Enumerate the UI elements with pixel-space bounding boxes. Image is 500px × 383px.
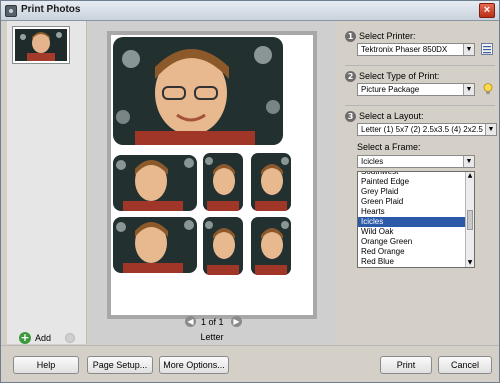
dropdown-scrollbar[interactable]: ▲ ▼ bbox=[465, 172, 474, 267]
frame-option[interactable]: Painted Edge bbox=[358, 177, 474, 187]
photo-image bbox=[113, 217, 197, 273]
select-frame-label: Select a Frame: bbox=[357, 142, 421, 152]
photo-2x2-5 bbox=[251, 217, 291, 275]
window-title: Print Photos bbox=[21, 4, 81, 15]
more-options-button[interactable]: More Options... bbox=[159, 356, 229, 374]
thumbnail-panel bbox=[7, 21, 87, 344]
paper-size-label: Letter bbox=[200, 332, 224, 342]
add-photo-row: + Add bbox=[7, 331, 87, 345]
lightbulb-icon[interactable] bbox=[482, 83, 494, 95]
select-print-type-label: Select Type of Print: bbox=[359, 71, 440, 81]
photo-image bbox=[113, 155, 197, 211]
add-icon[interactable]: + bbox=[19, 332, 31, 344]
chevron-down-icon[interactable]: ▼ bbox=[463, 84, 474, 95]
printer-select[interactable]: Tektronix Phaser 850DX ▼ bbox=[357, 43, 475, 56]
photo-image bbox=[251, 153, 291, 211]
photo-5x7 bbox=[113, 37, 283, 145]
cancel-button[interactable]: Cancel bbox=[438, 356, 492, 374]
frame-option[interactable]: Grey Plaid bbox=[358, 187, 474, 197]
photo-2x2-5 bbox=[203, 153, 243, 211]
frame-option[interactable]: Icicles bbox=[358, 217, 474, 227]
photo-image bbox=[251, 217, 291, 275]
print-preview-area: ◀ 1 of 1 ▶ Letter bbox=[89, 21, 335, 344]
photo-image bbox=[203, 153, 243, 211]
print-button[interactable]: Print bbox=[380, 356, 432, 374]
title-bar: Print Photos × bbox=[1, 1, 499, 21]
frame-dropdown-list[interactable]: Southwest Painted Edge Grey Plaid Green Pla… bbox=[357, 171, 475, 268]
settings-panel: 1 Select Printer: Tektronix Phaser 850DX… bbox=[337, 21, 499, 344]
page-indicator: 1 of 1 bbox=[201, 317, 224, 327]
add-label[interactable]: Add bbox=[35, 333, 51, 343]
frame-option[interactable]: Red Orange bbox=[358, 247, 474, 257]
photo-2x2-5 bbox=[251, 153, 291, 211]
scroll-up-icon[interactable]: ▲ bbox=[466, 172, 474, 180]
photo-image bbox=[203, 217, 243, 275]
select-printer-label: Select Printer: bbox=[359, 31, 416, 41]
photo-thumbnail[interactable] bbox=[12, 26, 70, 64]
frame-option[interactable]: Classic Oval bbox=[358, 267, 474, 268]
app-icon bbox=[5, 5, 17, 17]
printer-properties-icon[interactable] bbox=[481, 43, 493, 55]
thumbnail-image bbox=[15, 29, 67, 61]
select-layout-label: Select a Layout: bbox=[359, 111, 424, 121]
layout-select[interactable]: Letter (1) 5x7 (2) 2.5x3.5 (4) 2x2.5 ▼ bbox=[357, 123, 497, 136]
remove-icon[interactable] bbox=[65, 333, 75, 343]
page-setup-button[interactable]: Page Setup... bbox=[87, 356, 153, 374]
frame-option[interactable]: Hearts bbox=[358, 207, 474, 217]
frame-select-value: Icicles bbox=[361, 157, 384, 166]
photo-2x2-5 bbox=[203, 217, 243, 275]
chevron-right-icon[interactable]: ▶ bbox=[231, 316, 242, 327]
step-2-badge: 2 bbox=[345, 71, 356, 82]
chevron-down-icon[interactable]: ▼ bbox=[485, 124, 496, 135]
frame-option[interactable]: Wild Oak bbox=[358, 227, 474, 237]
chevron-left-icon[interactable]: ◀ bbox=[185, 316, 196, 327]
printer-select-value: Tektronix Phaser 850DX bbox=[361, 45, 448, 54]
frame-select[interactable]: Icicles ▼ bbox=[357, 155, 475, 168]
photo-2-5x3-5 bbox=[113, 217, 197, 273]
step-1-badge: 1 bbox=[345, 31, 356, 42]
photo-image bbox=[113, 37, 283, 145]
chevron-down-icon[interactable]: ▼ bbox=[463, 44, 474, 55]
chevron-down-icon[interactable]: ▼ bbox=[463, 156, 474, 167]
divider bbox=[345, 65, 495, 66]
layout-select-value: Letter (1) 5x7 (2) 2.5x3.5 (4) 2x2.5 bbox=[361, 125, 483, 134]
step-3-badge: 3 bbox=[345, 111, 356, 122]
frame-option[interactable]: Orange Green bbox=[358, 237, 474, 247]
divider bbox=[345, 105, 495, 106]
help-button[interactable]: Help bbox=[13, 356, 79, 374]
scroll-down-icon[interactable]: ▼ bbox=[466, 259, 474, 267]
paper-preview bbox=[107, 31, 317, 319]
frame-option[interactable]: Green Plaid bbox=[358, 197, 474, 207]
scroll-thumb[interactable] bbox=[467, 210, 473, 230]
print-type-select[interactable]: Picture Package ▼ bbox=[357, 83, 475, 96]
page-navigator: ◀ 1 of 1 ▶ bbox=[185, 316, 245, 328]
close-icon: × bbox=[483, 4, 491, 16]
frame-option[interactable]: Red Blue bbox=[358, 257, 474, 267]
close-button[interactable]: × bbox=[479, 3, 495, 18]
photo-2-5x3-5 bbox=[113, 155, 197, 211]
print-photos-dialog: Print Photos × + Add ◀ 1 of 1 ▶ Letter 1… bbox=[0, 0, 500, 383]
button-bar: Help Page Setup... More Options... Print… bbox=[1, 345, 499, 382]
print-type-select-value: Picture Package bbox=[361, 85, 420, 94]
